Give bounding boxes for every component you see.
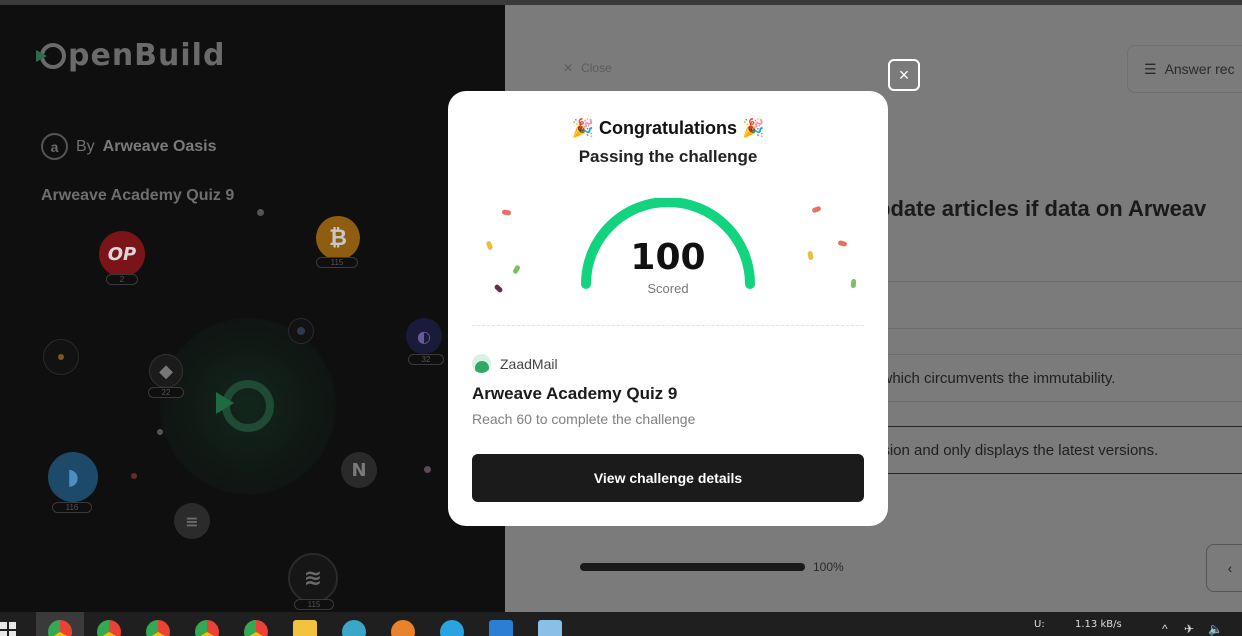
answer-record-button[interactable]: ☰ Answer rec bbox=[1127, 45, 1242, 93]
near-coin-label: N bbox=[351, 459, 367, 481]
arweave-icon: a bbox=[41, 133, 68, 160]
confetti-piece bbox=[501, 209, 512, 216]
ethena-coin-icon: ≋ bbox=[288, 553, 338, 603]
quiz-progress: 100% bbox=[580, 560, 844, 574]
orbit-dot bbox=[157, 429, 163, 435]
starknet-count-badge: 32 bbox=[408, 354, 444, 365]
chevron-up-icon[interactable]: ^ bbox=[1162, 622, 1168, 636]
window-top-border bbox=[0, 0, 1242, 5]
avatar bbox=[472, 354, 491, 373]
file-explorer-icon[interactable] bbox=[293, 620, 317, 636]
congrats-text: Congratulations bbox=[599, 118, 737, 138]
network-upload-label: U: bbox=[1034, 619, 1045, 630]
metamask-icon[interactable] bbox=[391, 620, 415, 636]
network-rate: 1.13 kB/s bbox=[1075, 619, 1122, 630]
optimism-coin-icon: OP bbox=[99, 231, 145, 277]
optimism-count-badge: 2 bbox=[106, 274, 138, 285]
ethena-count-badge: 115 bbox=[294, 599, 334, 610]
progress-track bbox=[580, 563, 805, 571]
notepad-icon[interactable] bbox=[538, 620, 562, 636]
vscode-icon[interactable] bbox=[489, 620, 513, 636]
creator-name: ZaadMail bbox=[500, 355, 558, 372]
modal-close-button[interactable]: × bbox=[888, 59, 920, 91]
question-text: pdate articles if data on Arweav bbox=[877, 196, 1207, 221]
orbit-dot bbox=[297, 327, 305, 335]
windows-taskbar: U: 1.13 kB/s ^ ✈ 🔈 bbox=[0, 612, 1242, 636]
left-panel: penBuild a By Arweave Oasis Arweave Acad… bbox=[0, 0, 505, 612]
chrome-icon[interactable] bbox=[97, 620, 121, 636]
close-icon: ✕ bbox=[563, 61, 574, 75]
creator-row[interactable]: ZaadMail bbox=[472, 354, 558, 373]
progress-fill bbox=[580, 563, 805, 571]
windows-start-icon[interactable] bbox=[0, 622, 16, 636]
chrome-icon[interactable] bbox=[244, 620, 268, 636]
orbit-dot bbox=[257, 209, 264, 216]
by-prefix: By bbox=[76, 137, 95, 155]
by-author-row: a By Arweave Oasis bbox=[41, 133, 217, 160]
openbuild-logo[interactable]: penBuild bbox=[36, 38, 226, 73]
starknet-coin-icon: ◐ bbox=[406, 318, 442, 354]
orbit-dot bbox=[58, 354, 64, 360]
sui-count-badge: 116 bbox=[52, 502, 92, 513]
near-coin-icon: N bbox=[341, 452, 377, 488]
bitcoin-count-badge: 115 bbox=[316, 257, 358, 268]
modal-quiz-title: Arweave Academy Quiz 9 bbox=[472, 384, 678, 403]
bitcoin-coin-label: ₿ bbox=[329, 226, 347, 251]
modal-divider bbox=[472, 325, 864, 326]
close-quiz-button[interactable]: ✕ Close bbox=[563, 61, 612, 75]
left-quiz-title: Arweave Academy Quiz 9 bbox=[41, 187, 235, 204]
sui-coin-icon: ◗ bbox=[48, 452, 98, 502]
center-openbuild-icon bbox=[216, 380, 274, 432]
optimism-coin-label: OP bbox=[107, 243, 137, 265]
answer-record-label: Answer rec bbox=[1164, 61, 1235, 77]
list-icon: ☰ bbox=[1144, 60, 1157, 77]
airplane-icon[interactable]: ✈ bbox=[1184, 622, 1194, 636]
app-icon[interactable] bbox=[342, 620, 366, 636]
author-name[interactable]: Arweave Oasis bbox=[103, 138, 217, 156]
result-modal: 🎉 Congratulations 🎉 Passing the challeng… bbox=[448, 91, 888, 526]
party-popper-icon: 🎉 bbox=[742, 118, 765, 138]
bitcoin-coin-icon: ₿ bbox=[316, 216, 360, 260]
orbit-dot bbox=[131, 473, 137, 479]
solana-coin-icon: ≡ bbox=[174, 503, 210, 539]
openbuild-logo-text: penBuild bbox=[68, 38, 226, 73]
telegram-icon[interactable] bbox=[440, 620, 464, 636]
openbuild-logo-icon bbox=[36, 42, 66, 69]
confetti-piece bbox=[850, 278, 857, 289]
quiz-requirement: Reach 60 to complete the challenge bbox=[472, 411, 696, 427]
chrome-icon[interactable] bbox=[146, 620, 170, 636]
ethereum-count-badge: 22 bbox=[148, 387, 184, 398]
congrats-heading: 🎉 Congratulations 🎉 bbox=[448, 118, 888, 139]
previous-question-button[interactable]: ‹ bbox=[1206, 544, 1242, 592]
score-label: Scored bbox=[647, 281, 689, 296]
passing-subheading: Passing the challenge bbox=[578, 147, 758, 166]
volume-icon[interactable]: 🔈 bbox=[1208, 622, 1223, 636]
chevron-left-icon: ‹ bbox=[1227, 560, 1233, 576]
close-icon: × bbox=[898, 64, 910, 85]
chrome-icon[interactable] bbox=[195, 620, 219, 636]
confetti-piece bbox=[811, 205, 822, 214]
progress-label: 100% bbox=[813, 560, 844, 574]
ethereum-coin-icon: ◆ bbox=[149, 354, 183, 388]
view-challenge-details-button[interactable]: View challenge details bbox=[472, 454, 864, 502]
orbit-dot bbox=[424, 466, 431, 473]
close-label: Close bbox=[581, 61, 612, 75]
party-popper-icon: 🎉 bbox=[571, 118, 594, 138]
